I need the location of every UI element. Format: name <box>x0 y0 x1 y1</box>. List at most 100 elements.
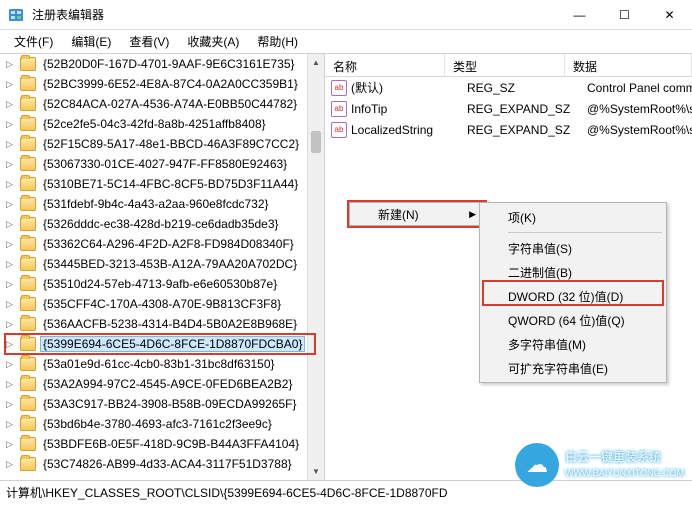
cell-name: (默认) <box>351 79 463 96</box>
tree-item-label: {53510d24-57eb-4713-9afb-e6e60530b87e} <box>40 276 280 292</box>
tree-item-label: {53445BED-3213-453B-A12A-79AA20A702DC} <box>40 256 300 272</box>
tree-item[interactable]: ▷{5326dddc-ec38-428d-b219-ce6dadb35de3} <box>0 214 324 234</box>
submenu-item-binary[interactable]: 二进制值(B) <box>482 260 664 284</box>
tree-scrollbar[interactable]: ▲ ▼ <box>307 54 324 480</box>
expand-icon[interactable]: ▷ <box>6 399 16 410</box>
menubar: 文件(F) 编辑(E) 查看(V) 收藏夹(A) 帮助(H) <box>0 30 692 54</box>
cell-type: REG_EXPAND_SZ <box>463 123 583 137</box>
tree-pane[interactable]: ▷{52B20D0F-167D-4701-9AAF-9E6C3161E735}▷… <box>0 54 325 480</box>
menu-help[interactable]: 帮助(H) <box>249 30 306 53</box>
cell-type: REG_SZ <box>463 81 583 95</box>
expand-icon[interactable]: ▷ <box>6 459 16 470</box>
scroll-thumb[interactable] <box>311 131 321 153</box>
tree-item[interactable]: ▷{53a01e9d-61cc-4cb0-83b1-31bc8df63150} <box>0 354 324 374</box>
expand-icon[interactable]: ▷ <box>6 319 16 330</box>
submenu-item-key[interactable]: 项(K) <box>482 205 664 229</box>
list-row[interactable]: abInfoTipREG_EXPAND_SZ@%SystemRoot%\sy <box>325 98 692 119</box>
tree-item[interactable]: ▷{52B20D0F-167D-4701-9AAF-9E6C3161E735} <box>0 54 324 74</box>
cell-data: @%SystemRoot%\sy <box>583 102 692 116</box>
tree-item-label: {52BC3999-6E52-4E8A-87C4-0A2A0CC359B1} <box>40 76 301 92</box>
tree-item[interactable]: ▷{53BDFE6B-0E5F-418D-9C9B-B44A3FFA4104} <box>0 434 324 454</box>
tree-item-label: {53A3C917-BB24-3908-B58B-09ECDA99265F} <box>40 396 300 412</box>
tree-item-label: {53362C64-A296-4F2D-A2F8-FD984D08340F} <box>40 236 297 252</box>
tree-item[interactable]: ▷{52ce2fe5-04c3-42fd-8a8b-4251affb8408} <box>0 114 324 134</box>
submenu-item-qword[interactable]: QWORD (64 位)值(Q) <box>482 308 664 332</box>
menu-view[interactable]: 查看(V) <box>121 30 177 53</box>
tree-item[interactable]: ▷ {53A2A994-97C2-4545-A9CE-0FED6BEA2B2} <box>0 374 324 394</box>
expand-icon[interactable]: ▷ <box>6 219 16 230</box>
tree-item[interactable]: ▷{52C84ACA-027A-4536-A74A-E0BB50C44782} <box>0 94 324 114</box>
folder-icon <box>20 157 36 171</box>
list-header: 名称 类型 数据 <box>325 54 692 77</box>
list-pane[interactable]: 名称 类型 数据 ab(默认)REG_SZControl Panel comma… <box>325 54 692 480</box>
col-header-data[interactable]: 数据 <box>565 54 692 76</box>
string-value-icon: ab <box>331 122 347 138</box>
tree-item-label: {53bd6b4e-3780-4693-afc3-7161c2f3ee9c} <box>40 416 275 432</box>
folder-icon <box>20 97 36 111</box>
tree-item[interactable]: ▷ {53A3C917-BB24-3908-B58B-09ECDA99265F} <box>0 394 324 414</box>
watermark: ☁ 白云一键重装系统 WWW.BAIYUNXITONG.COM <box>515 443 684 487</box>
expand-icon[interactable]: ▷ <box>6 279 16 290</box>
menu-favorites[interactable]: 收藏夹(A) <box>179 30 247 53</box>
col-header-name[interactable]: 名称 <box>325 54 445 76</box>
expand-icon[interactable]: ▷ <box>6 259 16 270</box>
submenu-item-expandstring[interactable]: 可扩充字符串值(E) <box>482 356 664 380</box>
tree-item[interactable]: ▷{53C74826-AB99-4d33-ACA4-3117F51D3788} <box>0 454 324 474</box>
expand-icon[interactable]: ▷ <box>6 419 16 430</box>
expand-icon[interactable]: ▷ <box>6 179 16 190</box>
tree-item[interactable]: ▷{52F15C89-5A17-48e1-BBCD-46A3F89C7CC2} <box>0 134 324 154</box>
expand-icon[interactable]: ▷ <box>6 439 16 450</box>
scroll-down-icon[interactable]: ▼ <box>308 463 324 480</box>
tree-item[interactable]: ▷ {52BC3999-6E52-4E8A-87C4-0A2A0CC359B1} <box>0 74 324 94</box>
folder-icon <box>20 57 36 71</box>
folder-icon <box>20 237 36 251</box>
folder-icon <box>20 257 36 271</box>
string-value-icon: ab <box>331 101 347 117</box>
expand-icon[interactable]: ▷ <box>6 159 16 170</box>
tree-item-label: {531fdebf-9b4c-4a43-a2aa-960e8fcdc732} <box>40 196 272 212</box>
folder-icon <box>20 437 36 451</box>
titlebar: 注册表编辑器 — ☐ ✕ <box>0 0 692 30</box>
tree-item[interactable]: ▷ {536AACFB-5238-4314-B4D4-5B0A2E8B968E} <box>0 314 324 334</box>
close-button[interactable]: ✕ <box>647 0 692 30</box>
submenu-item-dword[interactable]: DWORD (32 位)值(D) <box>482 284 664 308</box>
expand-icon[interactable]: ▷ <box>6 139 16 150</box>
string-value-icon: ab <box>331 80 347 96</box>
cell-data: Control Panel comm <box>583 81 692 95</box>
maximize-button[interactable]: ☐ <box>602 0 647 30</box>
tree-item-label: {536AACFB-5238-4314-B4D4-5B0A2E8B968E} <box>40 316 300 332</box>
expand-icon[interactable]: ▷ <box>6 379 16 390</box>
submenu-item-multistring[interactable]: 多字符串值(M) <box>482 332 664 356</box>
scroll-up-icon[interactable]: ▲ <box>308 54 324 71</box>
list-row[interactable]: ab(默认)REG_SZControl Panel comm <box>325 77 692 98</box>
col-header-type[interactable]: 类型 <box>445 54 565 76</box>
expand-icon[interactable]: ▷ <box>6 339 16 350</box>
minimize-button[interactable]: — <box>557 0 602 30</box>
context-submenu: 项(K) 字符串值(S) 二进制值(B) DWORD (32 位)值(D) QW… <box>479 202 667 383</box>
tree-item-label: {53A2A994-97C2-4545-A9CE-0FED6BEA2B2} <box>40 376 296 392</box>
cell-name: LocalizedString <box>351 123 463 137</box>
tree-item[interactable]: ▷ {53362C64-A296-4F2D-A2F8-FD984D08340F} <box>0 234 324 254</box>
expand-icon[interactable]: ▷ <box>6 119 16 130</box>
expand-icon[interactable]: ▷ <box>6 99 16 110</box>
tree-item[interactable]: ▷{53067330-01CE-4027-947F-FF8580E92463} <box>0 154 324 174</box>
submenu-item-string[interactable]: 字符串值(S) <box>482 236 664 260</box>
expand-icon[interactable]: ▷ <box>6 359 16 370</box>
tree-item[interactable]: ▷{5399E694-6CE5-4D6C-8FCE-1D8870FDCBA0} <box>0 334 324 354</box>
expand-icon[interactable]: ▷ <box>6 199 16 210</box>
expand-icon[interactable]: ▷ <box>6 59 16 70</box>
tree-item[interactable]: ▷{5310BE71-5C14-4FBC-8CF5-BD75D3F11A44} <box>0 174 324 194</box>
expand-icon[interactable]: ▷ <box>6 239 16 250</box>
tree-item[interactable]: ▷{535CFF4C-170A-4308-A70E-9B813CF3F8} <box>0 294 324 314</box>
folder-icon <box>20 457 36 471</box>
expand-icon[interactable]: ▷ <box>6 299 16 310</box>
context-menu-new[interactable]: 新建(N) ▶ <box>349 202 485 226</box>
menu-file[interactable]: 文件(F) <box>6 30 61 53</box>
tree-item[interactable]: ▷ {53510d24-57eb-4713-9afb-e6e60530b87e} <box>0 274 324 294</box>
menu-edit[interactable]: 编辑(E) <box>63 30 119 53</box>
expand-icon[interactable]: ▷ <box>6 79 16 90</box>
list-row[interactable]: abLocalizedStringREG_EXPAND_SZ@%SystemRo… <box>325 119 692 140</box>
tree-item[interactable]: ▷ {531fdebf-9b4c-4a43-a2aa-960e8fcdc732} <box>0 194 324 214</box>
tree-item[interactable]: ▷ {53445BED-3213-453B-A12A-79AA20A702DC} <box>0 254 324 274</box>
tree-item[interactable]: ▷ {53bd6b4e-3780-4693-afc3-7161c2f3ee9c} <box>0 414 324 434</box>
